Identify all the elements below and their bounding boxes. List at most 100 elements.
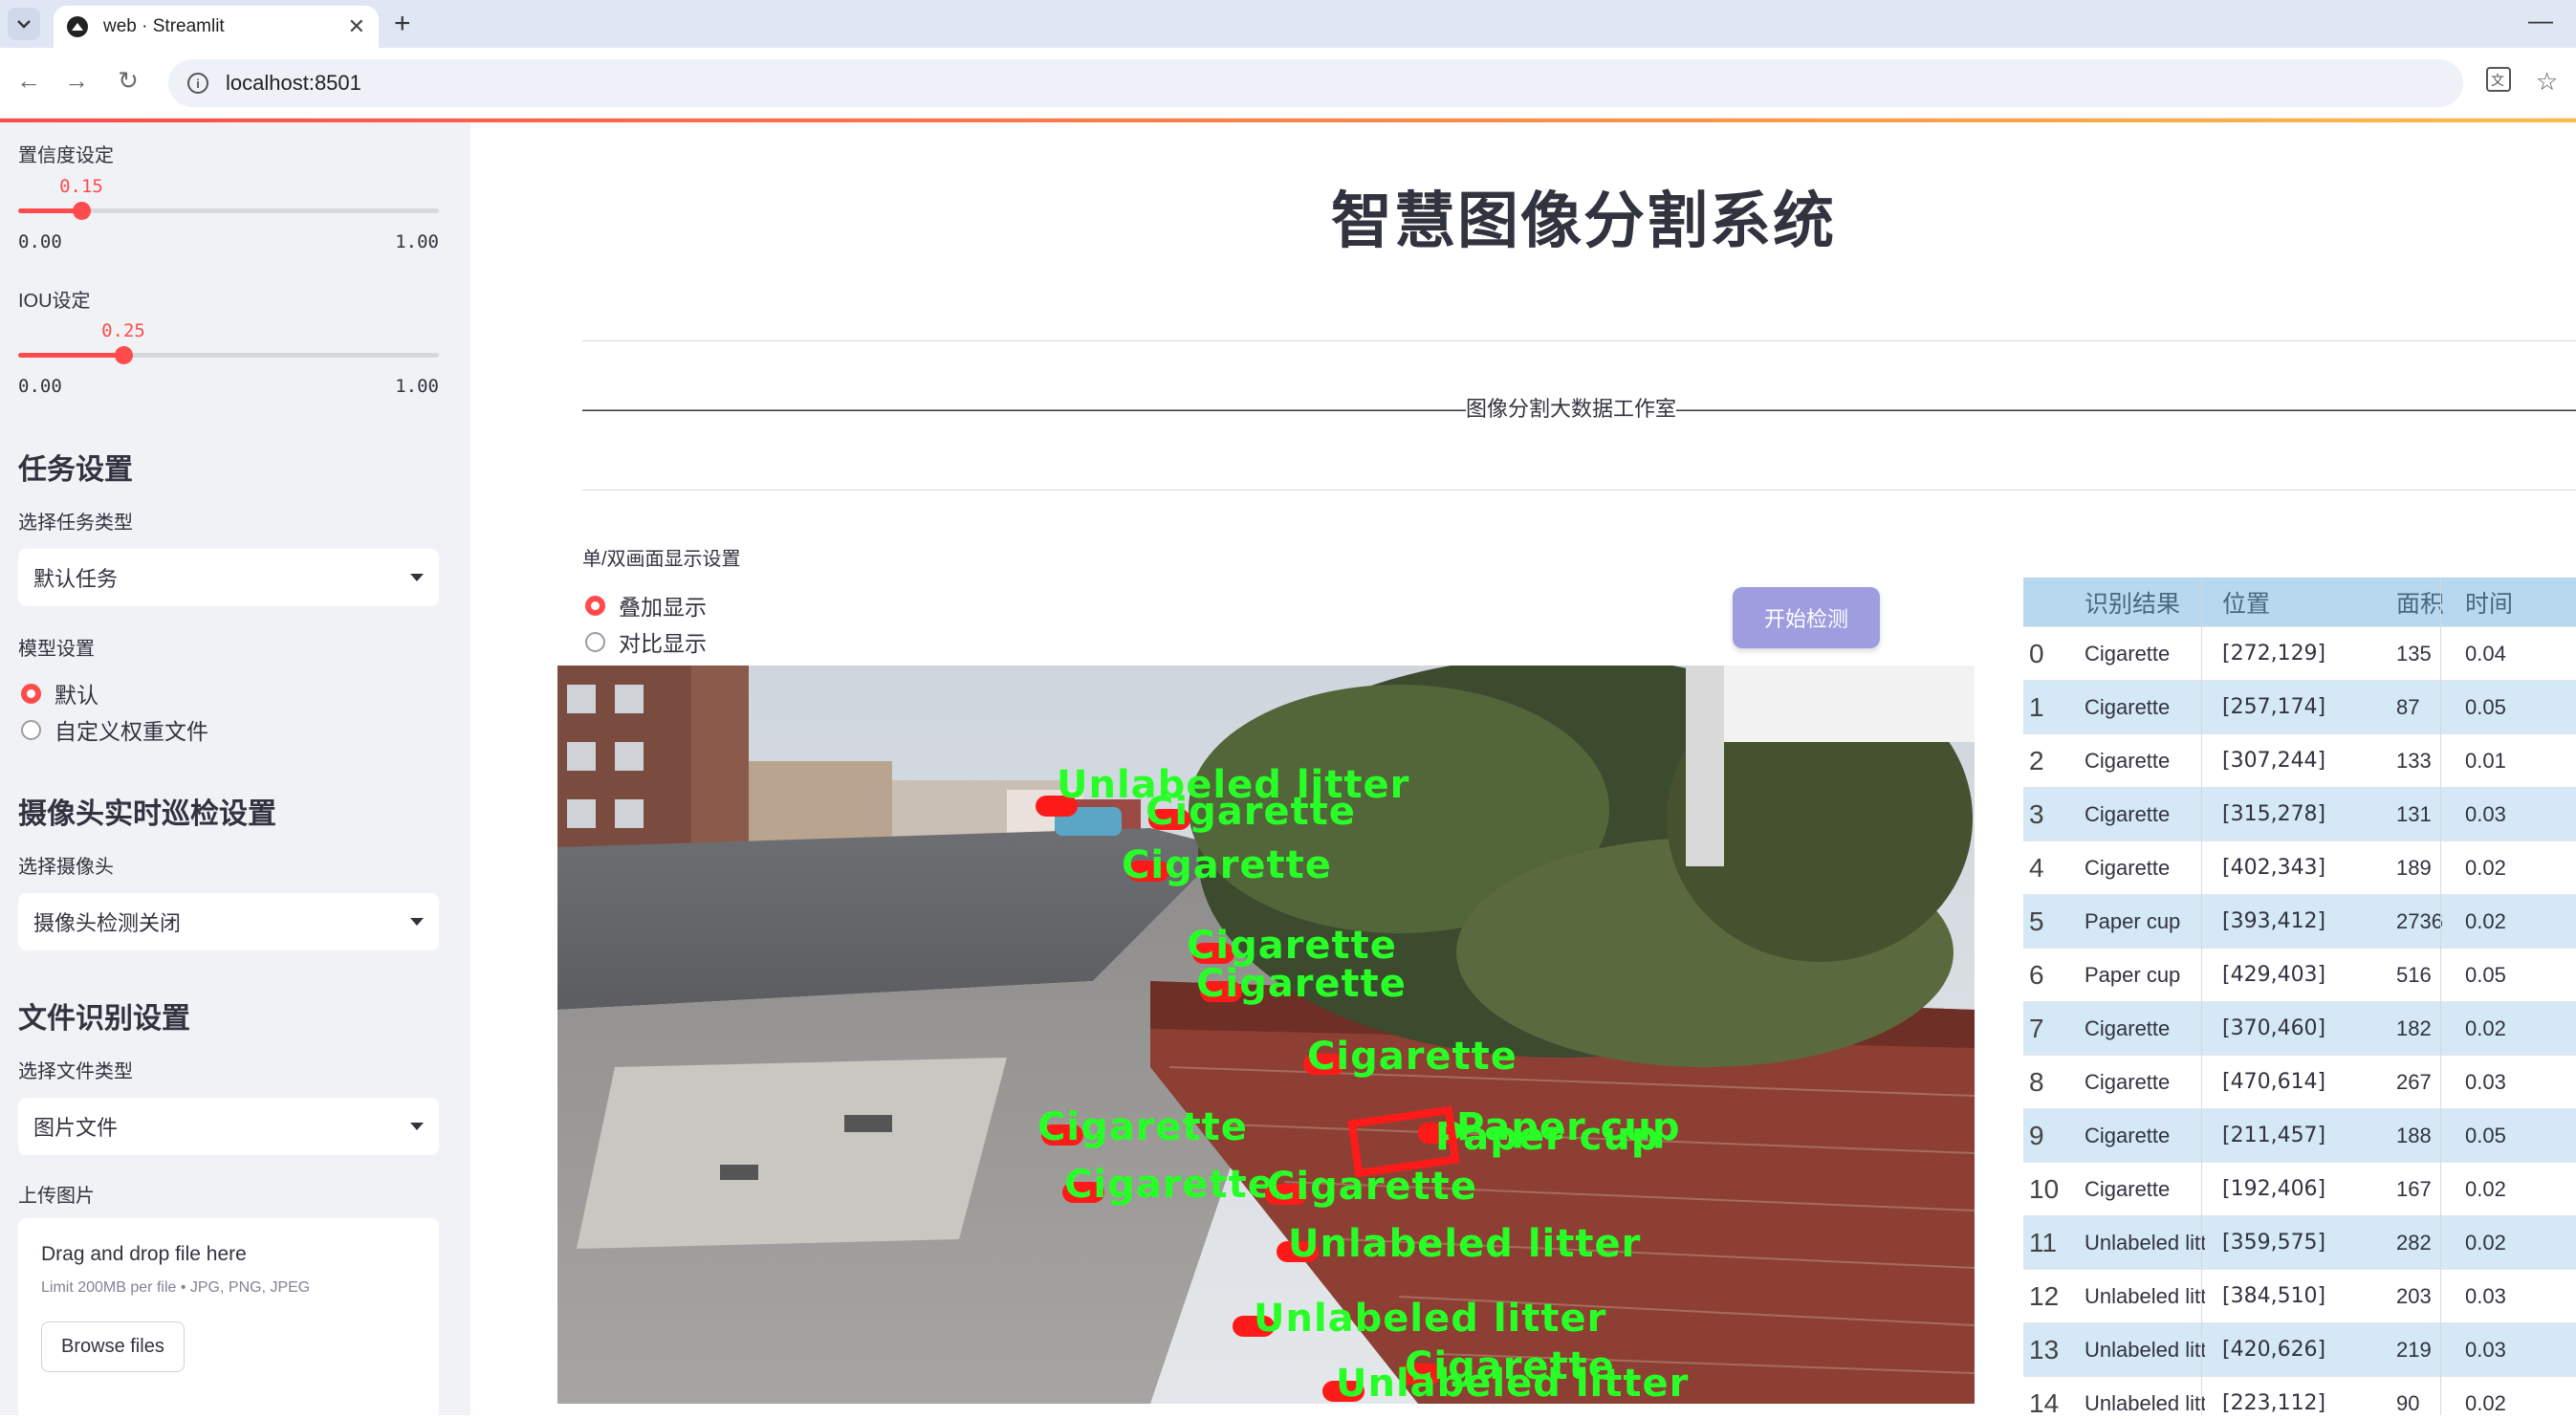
model-radio-default[interactable]: 默认 <box>21 677 98 710</box>
svg-text:文: 文 <box>2491 74 2504 89</box>
header-result: 识别结果 <box>2085 590 2181 618</box>
row-area: 133 <box>2396 748 2432 773</box>
slider-min: 0.00 <box>18 376 62 397</box>
row-area: 203 <box>2396 1283 2432 1308</box>
row-index: 13 <box>2029 1334 2060 1364</box>
row-area: 167 <box>2396 1176 2432 1201</box>
browse-files-button[interactable]: Browse files <box>41 1321 185 1372</box>
slider-track <box>18 202 439 220</box>
bookmark-star-icon[interactable]: ☆ <box>2536 67 2558 97</box>
close-tab-icon[interactable]: ✕ <box>348 14 365 39</box>
row-position: [384,510] <box>2222 1284 2326 1308</box>
row-index: 8 <box>2029 1066 2044 1097</box>
radio-label: 对比显示 <box>619 631 707 656</box>
site-info-icon[interactable]: i <box>187 73 208 94</box>
row-area: 282 <box>2396 1230 2432 1255</box>
row-time: 0.03 <box>2465 801 2506 826</box>
row-index: 0 <box>2029 638 2044 668</box>
column-divider <box>2201 578 2202 1415</box>
slider-max: 1.00 <box>395 376 439 397</box>
row-index: 5 <box>2029 906 2044 936</box>
file-settings-header: 文件识别设置 <box>18 1003 190 1035</box>
back-icon[interactable]: ← <box>10 61 48 99</box>
row-result: Unlabeled litter <box>2085 1230 2205 1255</box>
header-area: 面积 <box>2396 590 2445 618</box>
table-row: 14 Unlabeled litter [223,112] 90 0.02 <box>2023 1377 2576 1416</box>
table-row: 2 Cigarette [307,244] 133 0.01 <box>2023 734 2576 788</box>
slider-thumb[interactable] <box>115 346 133 364</box>
row-time: 0.02 <box>2465 1015 2506 1040</box>
table-row: 4 Cigarette [402,343] 189 0.02 <box>2023 841 2576 895</box>
detection-label: Unlabeled litter <box>1288 1222 1642 1266</box>
translate-icon[interactable]: 文 <box>2486 67 2511 98</box>
mode-radio-overlay[interactable]: 叠加显示 <box>585 589 707 622</box>
divider <box>582 340 2576 341</box>
row-index: 3 <box>2029 798 2044 829</box>
row-position: [192,406] <box>2222 1177 2326 1201</box>
row-index: 10 <box>2029 1173 2060 1204</box>
row-index: 11 <box>2029 1227 2058 1257</box>
row-result: Cigarette <box>2085 1176 2171 1201</box>
camera-value: 摄像头检测关闭 <box>33 911 182 935</box>
table-row: 8 Cigarette [470,614] 267 0.03 <box>2023 1056 2576 1109</box>
row-time: 0.03 <box>2465 1337 2506 1362</box>
table-row: 5 Paper cup [393,412] 2736 0.02 <box>2023 895 2576 949</box>
iou-slider[interactable]: 0.25 0.00 1.00 <box>18 267 439 397</box>
model-settings-label: 模型设置 <box>18 639 95 660</box>
detection-result-image: Unlabeled litter Cigarette Cigarette Cigare… <box>557 666 1975 1404</box>
file-uploader[interactable]: Drag and drop file here Limit 200MB per … <box>18 1218 439 1419</box>
mode-radio-compare[interactable]: 对比显示 <box>585 625 707 658</box>
row-area: 188 <box>2396 1123 2432 1147</box>
reload-icon[interactable]: ↻ <box>109 61 147 99</box>
browser-tab[interactable]: web · Streamlit ✕ <box>54 6 379 48</box>
row-area: 135 <box>2396 641 2432 666</box>
table-header-row: 识别结果 位置 面积 时间 <box>2023 578 2576 627</box>
row-result: Unlabeled litter <box>2085 1283 2205 1308</box>
dropdown-arrow-icon <box>410 918 424 926</box>
radio-label: 默认 <box>55 683 98 708</box>
detection-label: Cigarette <box>1146 790 1356 834</box>
confidence-slider[interactable]: 0.15 0.00 1.00 <box>18 122 439 252</box>
model-radio-custom[interactable]: 自定义权重文件 <box>21 713 208 746</box>
row-result: Cigarette <box>2085 801 2171 826</box>
row-area: 219 <box>2396 1337 2432 1362</box>
row-area: 131 <box>2396 801 2432 826</box>
detection-label: Paper cup <box>1435 1115 1660 1159</box>
radio-label: 叠加显示 <box>619 595 707 620</box>
radio-selected-icon <box>585 595 605 616</box>
row-result: Unlabeled litter <box>2085 1390 2205 1415</box>
tab-search-dropdown[interactable] <box>8 8 40 40</box>
table-row: 12 Unlabeled litter [384,510] 203 0.03 <box>2023 1270 2576 1323</box>
row-position: [272,129] <box>2222 642 2326 666</box>
row-result: Cigarette <box>2085 1069 2171 1094</box>
row-result: Cigarette <box>2085 1015 2171 1040</box>
row-position: [393,412] <box>2222 909 2326 933</box>
slider-thumb[interactable] <box>73 202 91 220</box>
page-title: 智慧图像分割系统 <box>1331 186 1836 255</box>
row-time: 0.05 <box>2465 1123 2506 1147</box>
detection-label: Cigarette <box>1037 1105 1248 1149</box>
table-row: 0 Cigarette [272,129] 135 0.04 <box>2023 627 2576 681</box>
dropdown-arrow-icon <box>410 1123 424 1130</box>
radio-label: 自定义权重文件 <box>55 719 208 744</box>
row-area: 182 <box>2396 1015 2432 1040</box>
row-position: [257,174] <box>2222 695 2326 719</box>
camera-settings-header: 摄像头实时巡检设置 <box>18 798 276 830</box>
address-bar: ← → ↻ i localhost:8501 文 ☆ <box>0 48 2576 119</box>
row-index: 6 <box>2029 959 2044 990</box>
row-result: Paper cup <box>2085 908 2181 933</box>
url-field[interactable]: i localhost:8501 <box>168 59 2463 107</box>
table-row: 7 Cigarette [370,460] 182 0.02 <box>2023 1002 2576 1056</box>
new-tab-icon[interactable]: + <box>394 9 411 39</box>
file-type-select[interactable]: 图片文件 <box>18 1098 439 1155</box>
radio-selected-icon <box>21 683 41 704</box>
minimize-icon[interactable]: — <box>2528 6 2553 35</box>
dropdown-arrow-icon <box>410 574 424 581</box>
row-index: 4 <box>2029 852 2044 883</box>
row-area: 267 <box>2396 1069 2432 1094</box>
forward-icon[interactable]: → <box>57 61 96 99</box>
start-detection-button[interactable]: 开始检测 <box>1733 587 1880 648</box>
file-type-value: 图片文件 <box>33 1116 119 1140</box>
task-type-select[interactable]: 默认任务 <box>18 549 439 606</box>
camera-select[interactable]: 摄像头检测关闭 <box>18 893 439 950</box>
